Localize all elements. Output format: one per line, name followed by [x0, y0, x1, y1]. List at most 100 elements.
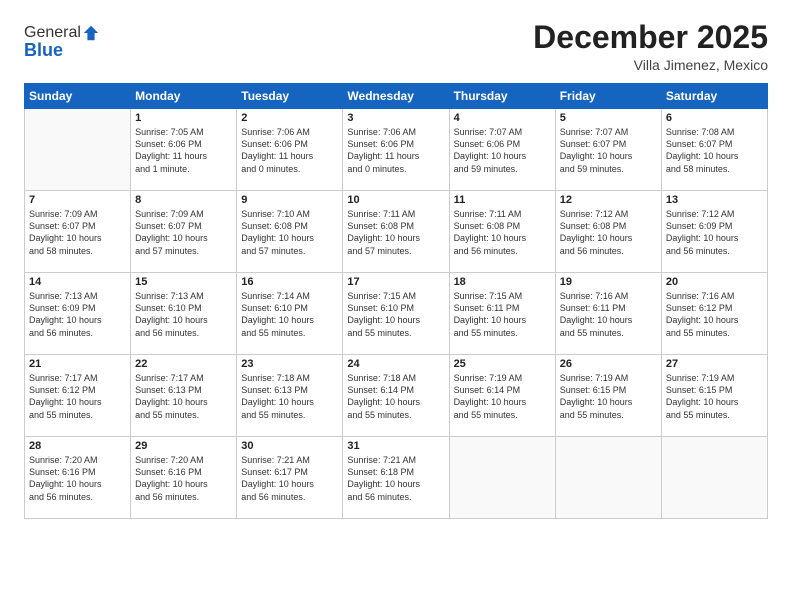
calendar-cell: 22 Sunrise: 7:17 AM Sunset: 6:13 PM Dayli…	[131, 355, 237, 437]
calendar-week-row: 1 Sunrise: 7:05 AM Sunset: 6:06 PM Daylig…	[25, 109, 768, 191]
calendar-cell: 17 Sunrise: 7:15 AM Sunset: 6:10 PM Dayli…	[343, 273, 449, 355]
day-number: 29	[135, 440, 232, 452]
day-number: 20	[666, 276, 763, 288]
day-number: 19	[560, 276, 657, 288]
calendar-cell: 12 Sunrise: 7:12 AM Sunset: 6:08 PM Dayli…	[555, 191, 661, 273]
day-info: Sunrise: 7:06 AM Sunset: 6:06 PM Dayligh…	[241, 126, 338, 175]
day-number: 27	[666, 358, 763, 370]
calendar-cell: 24Sunrise: 7:18 AM Sunset: 6:14 PM Dayli…	[343, 355, 449, 437]
calendar-week-row: 28 Sunrise: 7:20 AM Sunset: 6:16 PM Dayli…	[25, 437, 768, 519]
calendar-cell	[449, 437, 555, 519]
day-number: 26	[560, 358, 657, 370]
calendar-cell: 8 Sunrise: 7:09 AM Sunset: 6:07 PM Daylig…	[131, 191, 237, 273]
calendar: SundayMondayTuesdayWednesdayThursdayFrid…	[24, 83, 768, 519]
title-area: December 2025 Villa Jimenez, Mexico	[533, 20, 768, 73]
day-info: Sunrise: 7:19 AM Sunset: 6:15 PM Dayligh…	[560, 372, 657, 421]
day-info: Sunrise: 7:05 AM Sunset: 6:06 PM Dayligh…	[135, 126, 232, 175]
weekday-header: Tuesday	[237, 84, 343, 109]
weekday-header: Thursday	[449, 84, 555, 109]
month-title: December 2025	[533, 20, 768, 55]
calendar-cell: 16Sunrise: 7:14 AM Sunset: 6:10 PM Dayli…	[237, 273, 343, 355]
calendar-cell: 18Sunrise: 7:15 AM Sunset: 6:11 PM Dayli…	[449, 273, 555, 355]
calendar-cell: 20 Sunrise: 7:16 AM Sunset: 6:12 PM Dayli…	[661, 273, 767, 355]
calendar-cell: 7 Sunrise: 7:09 AM Sunset: 6:07 PM Daylig…	[25, 191, 131, 273]
calendar-cell: 30 Sunrise: 7:21 AM Sunset: 6:17 PM Dayli…	[237, 437, 343, 519]
location: Villa Jimenez, Mexico	[533, 57, 768, 73]
calendar-cell	[25, 109, 131, 191]
weekday-header: Saturday	[661, 84, 767, 109]
day-number: 17	[347, 276, 444, 288]
weekday-header-row: SundayMondayTuesdayWednesdayThursdayFrid…	[25, 84, 768, 109]
calendar-week-row: 7 Sunrise: 7:09 AM Sunset: 6:07 PM Daylig…	[25, 191, 768, 273]
day-info: Sunrise: 7:19 AM Sunset: 6:14 PM Dayligh…	[454, 372, 551, 421]
day-info: Sunrise: 7:12 AM Sunset: 6:08 PM Dayligh…	[560, 208, 657, 257]
page: General Blue December 2025 Villa Jimenez…	[0, 0, 792, 612]
calendar-cell: 21Sunrise: 7:17 AM Sunset: 6:12 PM Dayli…	[25, 355, 131, 437]
day-number: 31	[347, 440, 444, 452]
day-number: 14	[29, 276, 126, 288]
day-info: Sunrise: 7:10 AM Sunset: 6:08 PM Dayligh…	[241, 208, 338, 257]
day-number: 8	[135, 194, 232, 206]
day-info: Sunrise: 7:21 AM Sunset: 6:18 PM Dayligh…	[347, 454, 444, 503]
day-info: Sunrise: 7:17 AM Sunset: 6:13 PM Dayligh…	[135, 372, 232, 421]
weekday-header: Friday	[555, 84, 661, 109]
calendar-cell: 15 Sunrise: 7:13 AM Sunset: 6:10 PM Dayli…	[131, 273, 237, 355]
weekday-header: Wednesday	[343, 84, 449, 109]
day-info: Sunrise: 7:19 AM Sunset: 6:15 PM Dayligh…	[666, 372, 763, 421]
day-number: 7	[29, 194, 126, 206]
day-info: Sunrise: 7:09 AM Sunset: 6:07 PM Dayligh…	[29, 208, 126, 257]
calendar-cell: 31 Sunrise: 7:21 AM Sunset: 6:18 PM Dayli…	[343, 437, 449, 519]
day-number: 12	[560, 194, 657, 206]
calendar-week-row: 14Sunrise: 7:13 AM Sunset: 6:09 PM Dayli…	[25, 273, 768, 355]
calendar-cell: 4Sunrise: 7:07 AM Sunset: 6:06 PM Daylig…	[449, 109, 555, 191]
calendar-cell: 6Sunrise: 7:08 AM Sunset: 6:07 PM Daylig…	[661, 109, 767, 191]
header-area: General Blue December 2025 Villa Jimenez…	[24, 20, 768, 73]
day-number: 21	[29, 358, 126, 370]
calendar-cell: 3 Sunrise: 7:06 AM Sunset: 6:06 PM Daylig…	[343, 109, 449, 191]
day-number: 13	[666, 194, 763, 206]
day-info: Sunrise: 7:12 AM Sunset: 6:09 PM Dayligh…	[666, 208, 763, 257]
calendar-cell: 10 Sunrise: 7:11 AM Sunset: 6:08 PM Dayli…	[343, 191, 449, 273]
calendar-cell: 2 Sunrise: 7:06 AM Sunset: 6:06 PM Daylig…	[237, 109, 343, 191]
day-info: Sunrise: 7:18 AM Sunset: 6:13 PM Dayligh…	[241, 372, 338, 421]
day-info: Sunrise: 7:11 AM Sunset: 6:08 PM Dayligh…	[454, 208, 551, 257]
day-number: 2	[241, 112, 338, 124]
day-number: 22	[135, 358, 232, 370]
day-info: Sunrise: 7:06 AM Sunset: 6:06 PM Dayligh…	[347, 126, 444, 175]
day-info: Sunrise: 7:11 AM Sunset: 6:08 PM Dayligh…	[347, 208, 444, 257]
calendar-week-row: 21Sunrise: 7:17 AM Sunset: 6:12 PM Dayli…	[25, 355, 768, 437]
day-number: 9	[241, 194, 338, 206]
day-number: 5	[560, 112, 657, 124]
logo-blue: Blue	[24, 40, 100, 61]
calendar-cell: 5 Sunrise: 7:07 AM Sunset: 6:07 PM Daylig…	[555, 109, 661, 191]
day-number: 23	[241, 358, 338, 370]
calendar-cell: 29 Sunrise: 7:20 AM Sunset: 6:16 PM Dayli…	[131, 437, 237, 519]
day-info: Sunrise: 7:07 AM Sunset: 6:07 PM Dayligh…	[560, 126, 657, 175]
calendar-cell: 11Sunrise: 7:11 AM Sunset: 6:08 PM Dayli…	[449, 191, 555, 273]
day-number: 10	[347, 194, 444, 206]
day-number: 30	[241, 440, 338, 452]
day-info: Sunrise: 7:13 AM Sunset: 6:10 PM Dayligh…	[135, 290, 232, 339]
day-info: Sunrise: 7:09 AM Sunset: 6:07 PM Dayligh…	[135, 208, 232, 257]
calendar-cell: 9 Sunrise: 7:10 AM Sunset: 6:08 PM Daylig…	[237, 191, 343, 273]
day-info: Sunrise: 7:20 AM Sunset: 6:16 PM Dayligh…	[135, 454, 232, 503]
day-info: Sunrise: 7:16 AM Sunset: 6:12 PM Dayligh…	[666, 290, 763, 339]
day-number: 15	[135, 276, 232, 288]
day-number: 28	[29, 440, 126, 452]
logo: General Blue	[24, 24, 100, 61]
weekday-header: Monday	[131, 84, 237, 109]
calendar-cell: 26 Sunrise: 7:19 AM Sunset: 6:15 PM Dayli…	[555, 355, 661, 437]
weekday-header: Sunday	[25, 84, 131, 109]
day-number: 1	[135, 112, 232, 124]
day-number: 24	[347, 358, 444, 370]
day-number: 6	[666, 112, 763, 124]
day-number: 18	[454, 276, 551, 288]
calendar-cell	[555, 437, 661, 519]
calendar-cell: 14Sunrise: 7:13 AM Sunset: 6:09 PM Dayli…	[25, 273, 131, 355]
calendar-cell	[661, 437, 767, 519]
day-info: Sunrise: 7:15 AM Sunset: 6:10 PM Dayligh…	[347, 290, 444, 339]
day-number: 3	[347, 112, 444, 124]
day-info: Sunrise: 7:21 AM Sunset: 6:17 PM Dayligh…	[241, 454, 338, 503]
day-number: 16	[241, 276, 338, 288]
day-info: Sunrise: 7:16 AM Sunset: 6:11 PM Dayligh…	[560, 290, 657, 339]
